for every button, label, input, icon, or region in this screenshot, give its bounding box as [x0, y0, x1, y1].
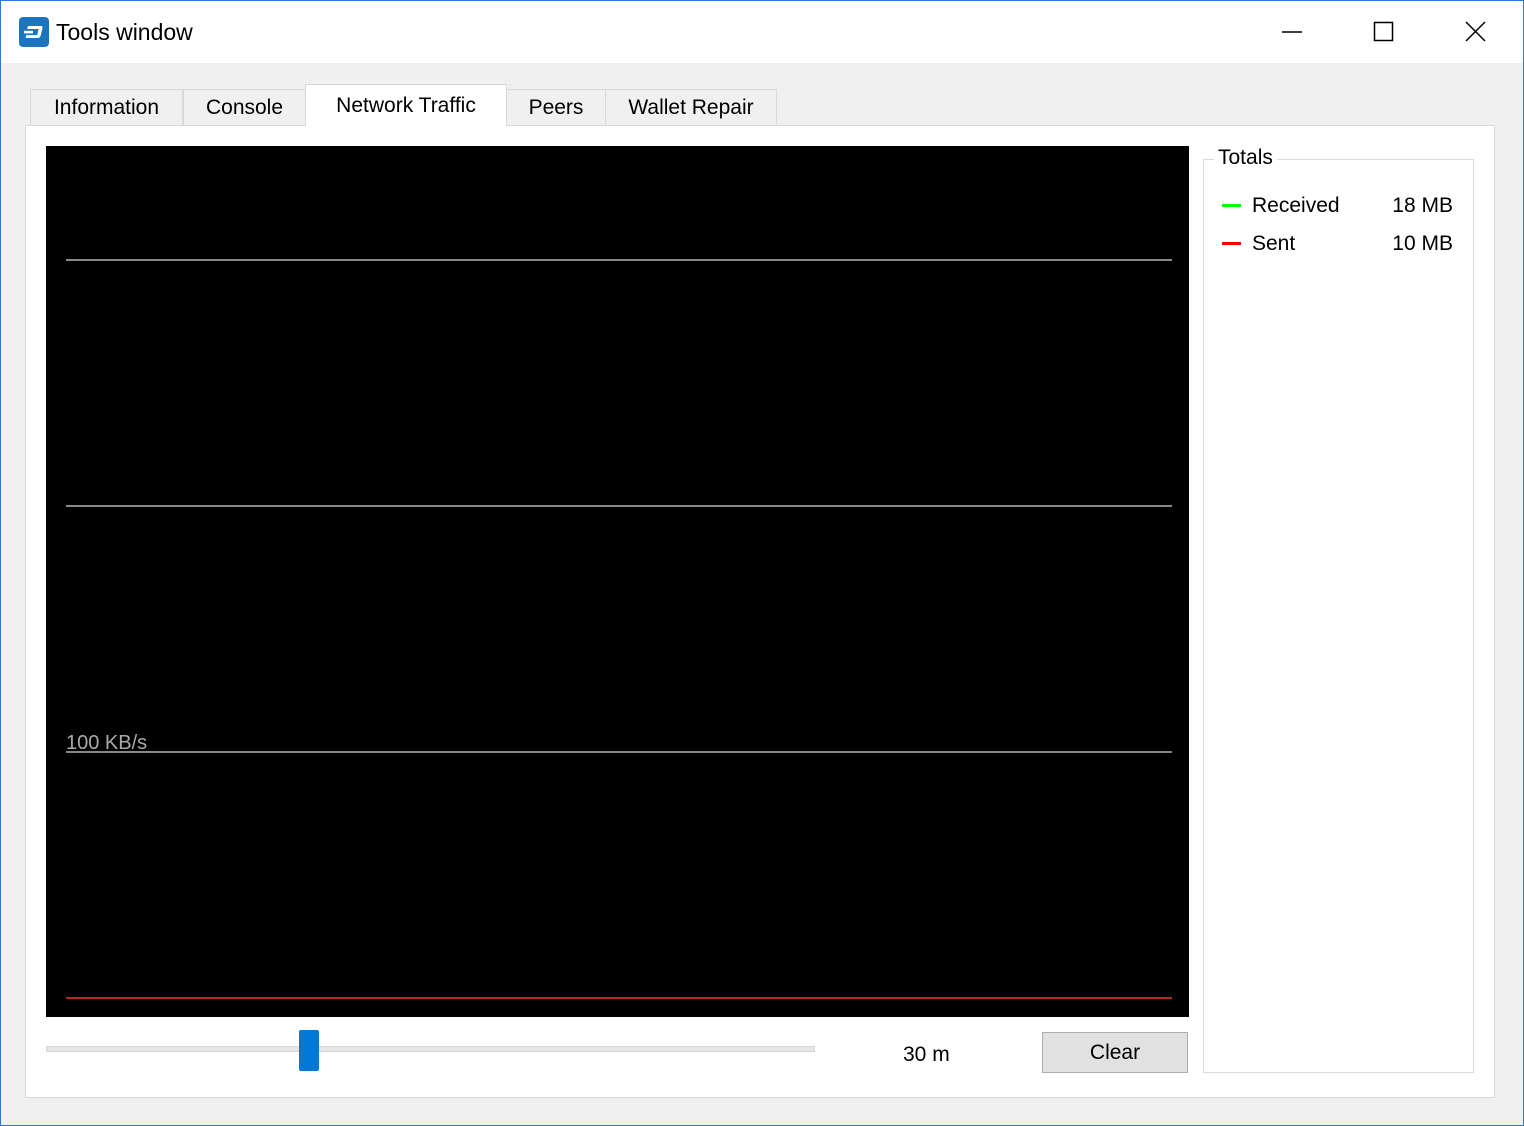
traffic-graph: 100 KB/s [46, 146, 1189, 1017]
tab-information[interactable]: Information [30, 89, 183, 125]
close-icon [1465, 21, 1486, 42]
title-bar[interactable]: Tools window [1, 1, 1523, 63]
tab-label: Wallet Repair [628, 96, 754, 119]
window-title: Tools window [56, 19, 193, 45]
time-range-label: 30 m [903, 1043, 950, 1066]
maximize-icon [1373, 21, 1394, 42]
dash-logo-icon [19, 17, 49, 47]
sent-label: Sent [1252, 232, 1296, 255]
tab-label: Information [53, 96, 160, 119]
tab-peers[interactable]: Peers [506, 89, 606, 125]
scale-label: 100 KB/s [66, 732, 147, 754]
received-label: Received [1252, 194, 1340, 217]
time-range-slider-track[interactable] [46, 1046, 815, 1052]
close-button[interactable] [1430, 1, 1522, 63]
sent-value: 10 MB [1392, 232, 1453, 255]
received-legend-line [1222, 204, 1241, 207]
maximize-button[interactable] [1338, 1, 1430, 63]
clear-button[interactable]: Clear [1042, 1032, 1188, 1073]
sent-legend-line [1222, 242, 1241, 245]
tab-label: Console [205, 96, 284, 119]
time-range-slider-thumb[interactable] [299, 1030, 320, 1071]
totals-title: Totals [1214, 146, 1277, 170]
tab-label: Network Traffic [336, 94, 476, 117]
tab-wallet-repair[interactable]: Wallet Repair [605, 89, 777, 125]
minimize-icon [1282, 31, 1302, 33]
tab-console[interactable]: Console [183, 89, 306, 125]
minimize-button[interactable] [1246, 1, 1338, 63]
received-value: 18 MB [1392, 194, 1453, 217]
tab-network-traffic[interactable]: Network Traffic [305, 84, 507, 126]
traffic-graph-canvas: 100 KB/s [66, 259, 1172, 999]
totals-groupbox [1203, 159, 1474, 1073]
tab-label: Peers [528, 96, 584, 119]
